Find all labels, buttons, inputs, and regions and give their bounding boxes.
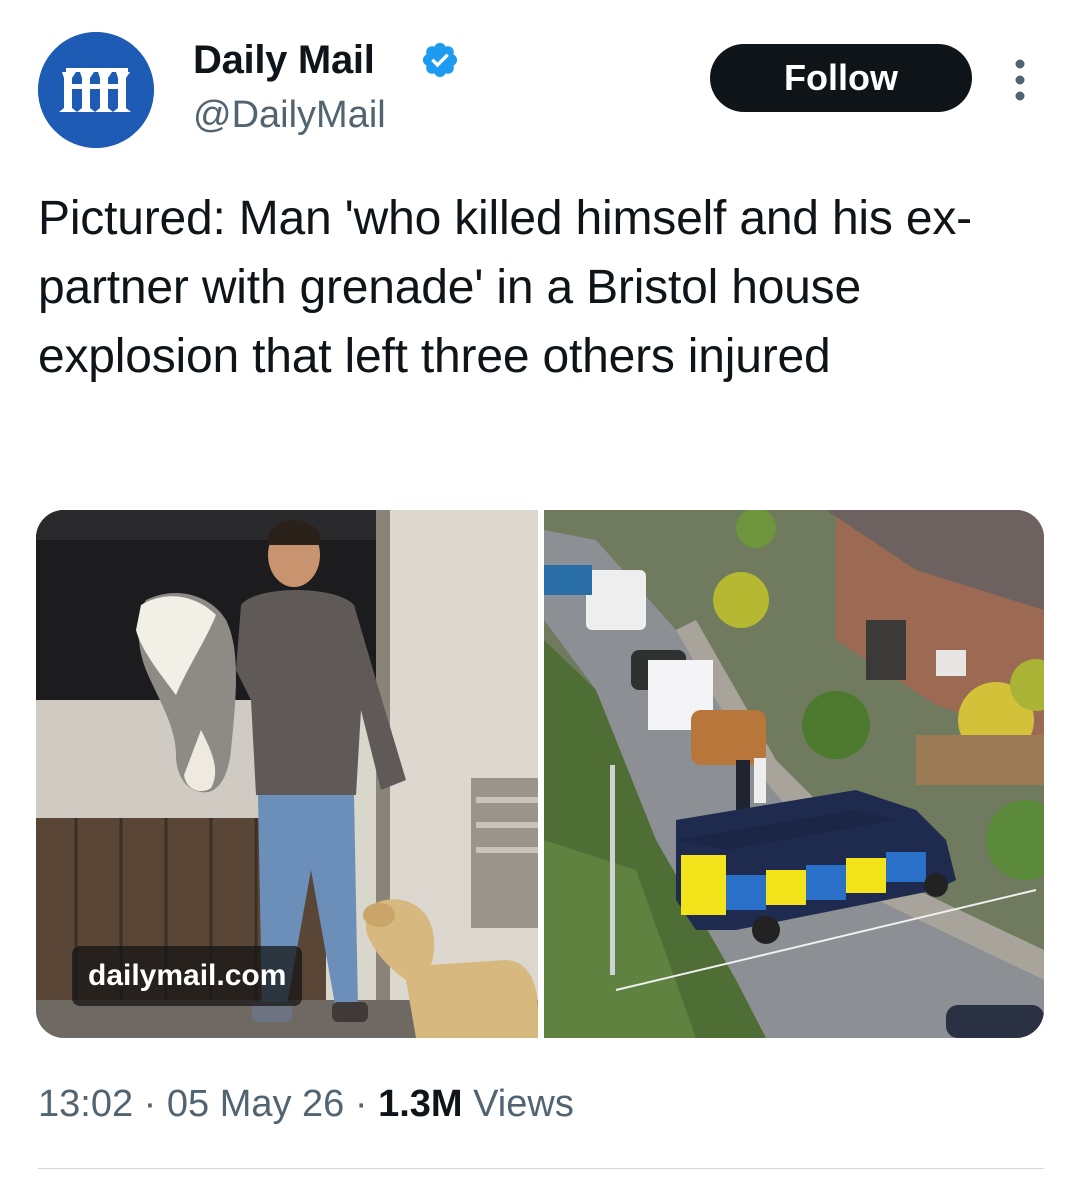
daily-mail-logo-icon [38, 32, 154, 148]
tweet-text: Pictured: Man 'who killed himself and hi… [38, 192, 972, 383]
account-name[interactable]: Daily Mail [193, 38, 375, 83]
verified-badge-icon [422, 42, 458, 78]
views-label: Views [462, 1083, 574, 1125]
more-vertical-icon[interactable] [1006, 58, 1034, 102]
tweet-header: Daily Mail @DailyMail Follow [38, 30, 1048, 150]
avatar[interactable] [38, 32, 154, 148]
separator-dot: · [133, 1083, 167, 1125]
tweet-date[interactable]: 05 May 26 [167, 1083, 344, 1125]
tweet-media[interactable]: dailymail.com [36, 510, 1044, 1038]
photo-street-police-scene[interactable] [544, 510, 1044, 1038]
tweet-meta: 13:02 · 05 May 26 · 1.3M Views [38, 1083, 574, 1126]
media-watermark: dailymail.com [72, 946, 303, 1006]
account-handle[interactable]: @DailyMail [193, 94, 386, 137]
divider [38, 1168, 1044, 1169]
follow-button[interactable]: Follow [710, 44, 972, 112]
separator-dot: · [344, 1083, 379, 1125]
tweet-time[interactable]: 13:02 [38, 1083, 133, 1125]
views-count[interactable]: 1.3M [378, 1083, 462, 1125]
